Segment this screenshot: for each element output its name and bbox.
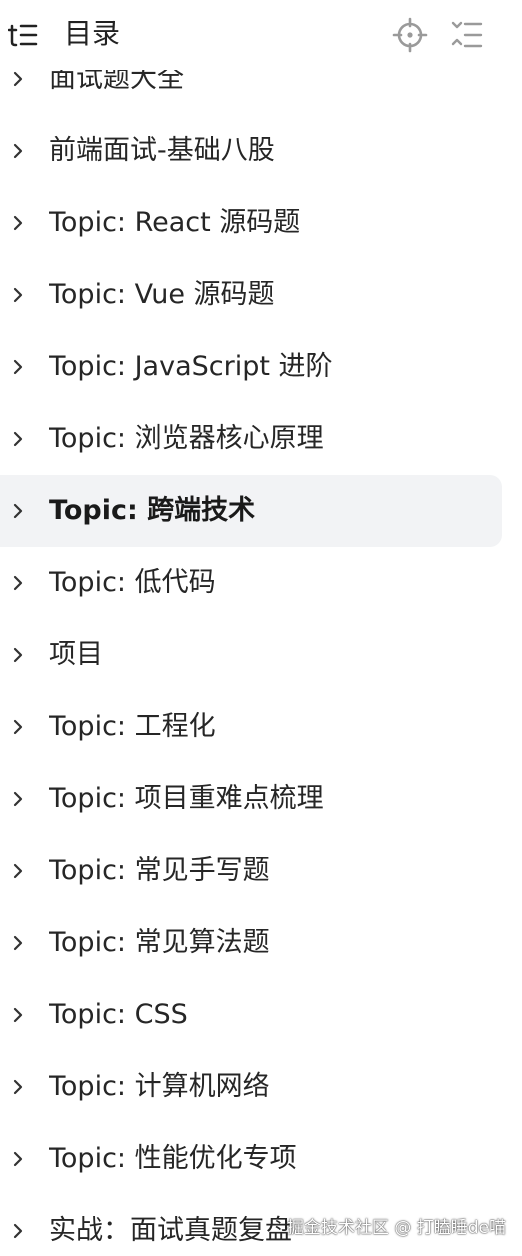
chevron-right-icon[interactable] (11, 1078, 25, 1096)
chevron-right-icon[interactable] (11, 430, 25, 448)
chevron-right-icon[interactable] (11, 1222, 25, 1240)
toc-item[interactable]: Topic: 项目重难点梳理 (0, 763, 502, 835)
crosshair-icon[interactable] (392, 17, 428, 53)
toc-item[interactable]: Topic: 浏览器核心原理 (0, 403, 502, 475)
toc-list: 面试题大全 前端面试-基础八股 Topic: React 源码题 Topic: … (0, 43, 522, 1256)
chevron-right-icon[interactable] (11, 1150, 25, 1168)
toc-item[interactable]: Topic: 常见手写题 (0, 835, 502, 907)
chevron-right-icon[interactable] (11, 790, 25, 808)
toc-item[interactable]: Topic: 工程化 (0, 691, 502, 763)
chevron-right-icon[interactable] (11, 142, 25, 160)
toc-item-label: Topic: React 源码题 (49, 207, 301, 238)
toc-item-label: Topic: 浏览器核心原理 (49, 423, 324, 454)
toc-item-label: 项目 (49, 639, 103, 670)
toc-item-label: Topic: CSS (49, 999, 188, 1030)
chevron-right-icon[interactable] (11, 502, 25, 520)
toc-item-label: Topic: 常见算法题 (49, 927, 270, 958)
chevron-right-icon[interactable] (11, 574, 25, 592)
chevron-right-icon[interactable] (11, 358, 25, 376)
toc-item[interactable]: Topic: 常见算法题 (0, 907, 502, 979)
toc-item-label: Topic: 计算机网络 (49, 1071, 270, 1102)
toc-item-label: Topic: 工程化 (49, 711, 216, 742)
chevron-right-icon[interactable] (11, 862, 25, 880)
toc-item[interactable]: Topic: CSS (0, 979, 502, 1051)
toc-item-label: Topic: Vue 源码题 (49, 279, 275, 310)
chevron-right-icon[interactable] (11, 934, 25, 952)
toc-title: 目录 (64, 17, 121, 50)
chevron-right-icon[interactable] (11, 1006, 25, 1024)
toc-item-label: Topic: 跨端技术 (49, 495, 256, 526)
toc-item[interactable]: Topic: Vue 源码题 (0, 259, 502, 331)
toc-item[interactable]: 前端面试-基础八股 (0, 115, 502, 187)
toc-item[interactable]: Topic: React 源码题 (0, 187, 502, 259)
toc-item-label: 前端面试-基础八股 (49, 135, 275, 166)
chevron-right-icon[interactable] (11, 214, 25, 232)
toc-item-label: Topic: 常见手写题 (49, 855, 270, 886)
collapse-list-icon[interactable] (450, 18, 484, 52)
toc-item-label: Topic: 性能优化专项 (49, 1143, 297, 1174)
toc-panel: 目录 面试题大全 前端面试-基础八股 Topic: React 源码题 Topi… (0, 0, 522, 1256)
toc-item-active[interactable]: Topic: 跨端技术 (0, 475, 502, 547)
toc-item-label: Topic: 低代码 (49, 567, 216, 598)
toc-item[interactable]: Topic: JavaScript 进阶 (0, 331, 502, 403)
table-of-contents-icon (8, 24, 38, 47)
watermark: 掘金技术社区 @ 打瞌睡de喵 (286, 1218, 506, 1238)
chevron-right-icon[interactable] (11, 286, 25, 304)
toc-item[interactable]: Topic: 计算机网络 (0, 1051, 502, 1123)
chevron-right-icon[interactable] (11, 718, 25, 736)
chevron-right-icon[interactable] (11, 70, 25, 88)
toc-item-label: Topic: JavaScript 进阶 (49, 351, 333, 382)
toc-item[interactable]: 项目 (0, 619, 502, 691)
chevron-right-icon[interactable] (11, 646, 25, 664)
toc-header: 目录 (0, 0, 522, 70)
toc-item[interactable]: Topic: 低代码 (0, 547, 502, 619)
toc-item[interactable]: Topic: 性能优化专项 (0, 1123, 502, 1195)
toc-item-label: Topic: 项目重难点梳理 (49, 783, 324, 814)
